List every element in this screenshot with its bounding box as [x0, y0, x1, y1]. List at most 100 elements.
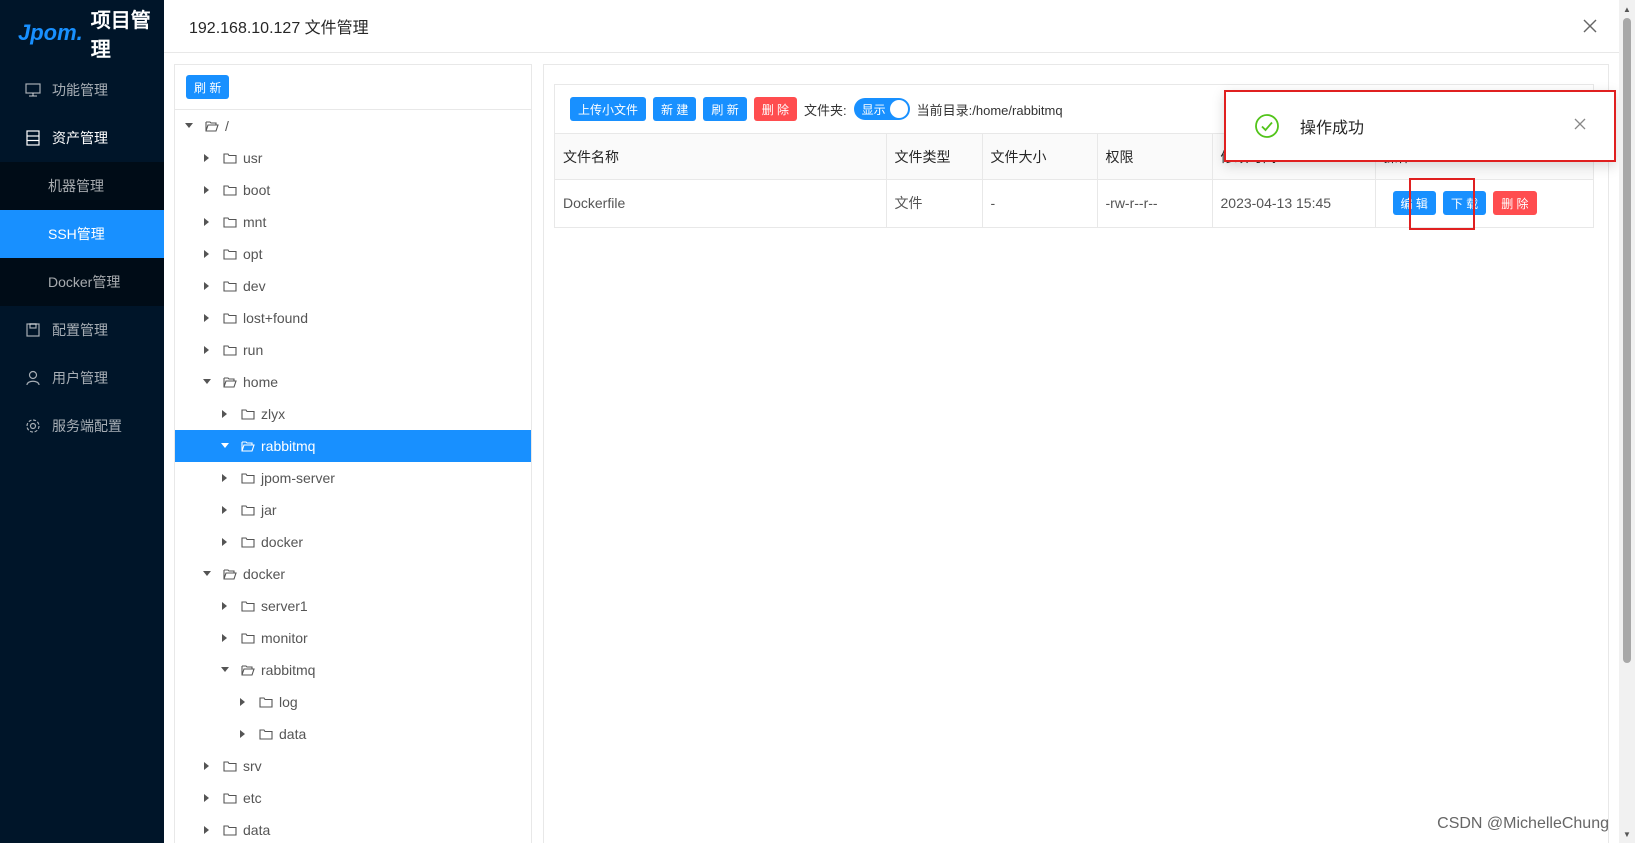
tree-node[interactable]: run: [175, 334, 531, 366]
tree-node[interactable]: log: [175, 686, 531, 718]
caret-right-icon[interactable]: [201, 184, 213, 196]
show-folder-toggle[interactable]: 显示: [853, 98, 910, 120]
caret-right-icon[interactable]: [237, 728, 249, 740]
tree-node[interactable]: rabbitmq: [175, 430, 531, 462]
folder-icon: [259, 696, 273, 708]
caret-down-icon[interactable]: [201, 568, 213, 580]
caret-right-icon[interactable]: [219, 408, 231, 420]
caret-right-icon[interactable]: [201, 792, 213, 804]
menu-item-docker[interactable]: Docker管理: [0, 258, 164, 306]
caret-right-icon[interactable]: [219, 632, 231, 644]
tree-node[interactable]: home: [175, 366, 531, 398]
caret-right-icon[interactable]: [237, 696, 249, 708]
menu-item-users[interactable]: 用户管理: [0, 354, 164, 402]
tree-node-label: data: [279, 726, 307, 742]
menu-item-assets[interactable]: 资产管理: [0, 114, 164, 162]
logo: Jpom. 项目管理: [0, 0, 164, 66]
tree-node[interactable]: server1: [175, 590, 531, 622]
tree-node-label: srv: [243, 758, 262, 774]
col-type[interactable]: 文件类型: [886, 133, 983, 180]
delete-button[interactable]: 删 除: [753, 97, 798, 121]
tree-node[interactable]: jpom-server: [175, 462, 531, 494]
tree-node[interactable]: zlyx: [175, 398, 531, 430]
caret-right-icon[interactable]: [219, 504, 231, 516]
folder-open-icon: [241, 664, 255, 676]
folder-icon: [241, 504, 255, 516]
edit-button[interactable]: 编 辑: [1392, 191, 1436, 216]
close-icon[interactable]: [1579, 15, 1601, 37]
toggle-label: 显示: [861, 102, 886, 117]
scroll-down-icon[interactable]: ▼: [1622, 829, 1632, 839]
cell-type: 文件: [886, 179, 983, 227]
tree-node[interactable]: srv: [175, 750, 531, 782]
tree-node[interactable]: jar: [175, 494, 531, 526]
menu-label: 功能管理: [52, 82, 108, 98]
col-size[interactable]: 文件大小: [982, 133, 1098, 180]
scroll-up-icon[interactable]: ▲: [1622, 4, 1632, 14]
caret-right-icon[interactable]: [201, 280, 213, 292]
tree-node-label: mnt: [243, 214, 267, 230]
col-permission[interactable]: 权限: [1097, 133, 1213, 180]
tree-refresh-button[interactable]: 刷 新: [186, 75, 230, 99]
folder-icon: [241, 632, 255, 644]
menu-item-function[interactable]: 功能管理: [0, 66, 164, 114]
caret-down-icon[interactable]: [201, 376, 213, 388]
menu-item-machine[interactable]: 机器管理: [0, 162, 164, 210]
caret-right-icon[interactable]: [219, 472, 231, 484]
download-button[interactable]: 下 载: [1442, 191, 1487, 216]
caret-down-icon[interactable]: [219, 440, 231, 452]
folder-icon: [223, 792, 237, 804]
scrollbar-thumb[interactable]: [1623, 18, 1631, 663]
tree-node[interactable]: dev: [175, 270, 531, 302]
caret-right-icon[interactable]: [201, 760, 213, 772]
folder-icon: [223, 312, 237, 324]
cell-modified: 2023-04-13 15:45: [1212, 179, 1376, 227]
page-scrollbar[interactable]: ▲ ▼: [1619, 0, 1635, 843]
tree-node-label: rabbitmq: [261, 662, 316, 678]
tree-node[interactable]: rabbitmq: [175, 654, 531, 686]
logo-text: 项目管理: [90, 10, 151, 61]
notification-close-icon[interactable]: [1572, 116, 1588, 132]
tree-node[interactable]: docker: [175, 558, 531, 590]
tree-node[interactable]: etc: [175, 782, 531, 814]
caret-right-icon[interactable]: [201, 312, 213, 324]
directory-tree-panel: 刷 新 / usr boot mnt opt dev lost+found run home zl…: [174, 64, 532, 843]
tree-node[interactable]: /: [175, 110, 531, 142]
tree-node[interactable]: data: [175, 814, 531, 843]
submenu-assets: 机器管理 SSH管理 Docker管理: [0, 162, 164, 306]
tree-node[interactable]: mnt: [175, 206, 531, 238]
caret-down-icon[interactable]: [219, 664, 231, 676]
tree-node[interactable]: usr: [175, 142, 531, 174]
new-button[interactable]: 新 建: [653, 97, 697, 121]
tree-node-label: /: [225, 118, 229, 134]
tree-node-label: server1: [261, 598, 308, 614]
menu-item-ssh[interactable]: SSH管理: [0, 210, 164, 258]
folder-icon: [223, 152, 237, 164]
caret-right-icon[interactable]: [201, 824, 213, 836]
menu-item-config[interactable]: 配置管理: [0, 306, 164, 354]
tree-node[interactable]: data: [175, 718, 531, 750]
caret-down-icon[interactable]: [183, 120, 195, 132]
caret-right-icon[interactable]: [201, 248, 213, 260]
tree-node-label: dev: [243, 278, 266, 294]
tree-node[interactable]: monitor: [175, 622, 531, 654]
caret-right-icon[interactable]: [219, 600, 231, 612]
caret-right-icon[interactable]: [219, 536, 231, 548]
upload-small-file-button[interactable]: 上传小文件: [570, 97, 647, 121]
caret-right-icon[interactable]: [201, 152, 213, 164]
cell-actions: 编 辑 下 载 删 除: [1375, 179, 1593, 227]
row-delete-button[interactable]: 删 除: [1493, 191, 1537, 216]
caret-right-icon[interactable]: [201, 344, 213, 356]
tree-node-label: usr: [243, 150, 263, 166]
tree-node[interactable]: docker: [175, 526, 531, 558]
refresh-button[interactable]: 刷 新: [703, 97, 747, 121]
caret-right-icon[interactable]: [201, 216, 213, 228]
folder-icon: [241, 536, 255, 548]
database-icon: [24, 129, 42, 147]
tree-node[interactable]: boot: [175, 174, 531, 206]
menu-item-server-config[interactable]: 服务端配置: [0, 402, 164, 450]
col-name[interactable]: 文件名称: [555, 133, 887, 180]
folder-icon: [241, 408, 255, 420]
tree-node[interactable]: opt: [175, 238, 531, 270]
tree-node[interactable]: lost+found: [175, 302, 531, 334]
